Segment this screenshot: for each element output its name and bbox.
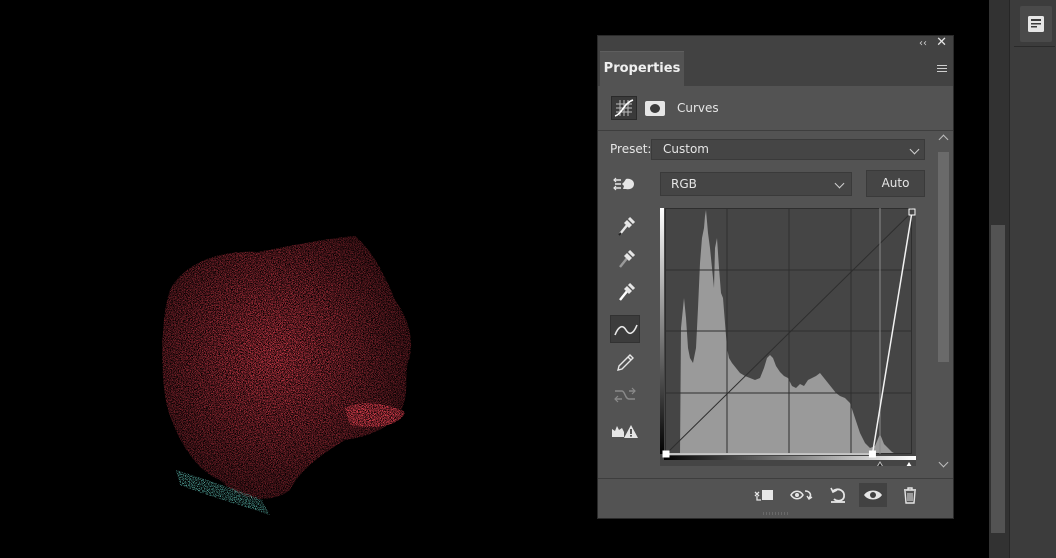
eyedropper-black-point[interactable] bbox=[610, 212, 640, 240]
on-image-adjustment-icon[interactable] bbox=[612, 173, 638, 195]
eyedropper-black-icon bbox=[618, 216, 636, 236]
document-edge bbox=[975, 0, 989, 558]
pencil-draw-icon bbox=[617, 354, 634, 371]
curve-point-tool[interactable] bbox=[610, 315, 640, 343]
layer-mask-icon[interactable] bbox=[645, 101, 665, 116]
trash-icon bbox=[904, 487, 916, 504]
adjustment-title: Curves bbox=[677, 101, 719, 115]
clipping-warning-icon bbox=[612, 425, 638, 438]
panel-scroll-thumb[interactable] bbox=[938, 152, 949, 362]
eyedropper-white-icon bbox=[619, 282, 636, 301]
chevron-down-icon bbox=[834, 178, 845, 189]
preset-dropdown[interactable]: Custom bbox=[651, 139, 925, 160]
input-gradient-bar bbox=[664, 456, 916, 460]
smooth-curve-tool[interactable] bbox=[610, 381, 640, 409]
clipping-warning-toggle[interactable] bbox=[610, 417, 640, 445]
view-previous-state-button[interactable] bbox=[788, 483, 816, 507]
canvas-scroll-thumb[interactable] bbox=[991, 225, 1005, 533]
curves-graph[interactable] bbox=[660, 208, 916, 466]
auto-button[interactable]: Auto bbox=[866, 170, 925, 197]
preset-value: Custom bbox=[663, 142, 709, 156]
eyedropper-white-point[interactable] bbox=[610, 278, 640, 306]
properties-panel: ‹‹ ✕ Properties Curves Preset: Custom RG… bbox=[597, 35, 954, 519]
reset-button[interactable] bbox=[824, 483, 852, 507]
pencil-draw-tool[interactable] bbox=[610, 348, 640, 376]
collapse-panel-icon[interactable]: ‹‹ bbox=[919, 36, 927, 51]
panel-bottom-toolbar bbox=[598, 478, 953, 511]
curve-control-point[interactable] bbox=[908, 208, 916, 216]
channel-dropdown[interactable]: RGB bbox=[660, 172, 852, 196]
view-previous-state-icon bbox=[790, 490, 813, 500]
eyedropper-gray-point[interactable] bbox=[610, 245, 640, 273]
curve-control-point[interactable] bbox=[868, 450, 876, 458]
tab-properties[interactable]: Properties bbox=[600, 51, 684, 87]
clip-to-layer-icon bbox=[754, 490, 773, 501]
curve-control-point[interactable] bbox=[662, 450, 670, 458]
chevron-down-icon bbox=[909, 144, 920, 155]
adjustment-header: Curves bbox=[598, 86, 953, 131]
panel-title-bar[interactable]: ‹‹ ✕ bbox=[598, 35, 953, 51]
properties-panel-dock-button[interactable] bbox=[1020, 6, 1052, 42]
close-panel-icon[interactable]: ✕ bbox=[936, 35, 947, 51]
output-gradient-bar bbox=[660, 208, 664, 454]
dock-separator bbox=[1014, 46, 1055, 47]
reset-icon bbox=[830, 487, 845, 503]
delete-adjustment-button[interactable] bbox=[896, 483, 924, 507]
channel-value: RGB bbox=[671, 177, 697, 191]
panel-menu-icon[interactable] bbox=[937, 65, 947, 73]
smooth-curve-icon bbox=[614, 387, 636, 403]
properties-icon bbox=[1028, 16, 1044, 32]
clip-to-layer-button[interactable] bbox=[750, 483, 778, 507]
collapsed-panel-dock bbox=[1009, 0, 1056, 558]
preset-label: Preset: bbox=[610, 142, 652, 156]
curves-adjustment-icon[interactable] bbox=[611, 96, 637, 120]
eye-icon bbox=[864, 490, 882, 500]
eyedropper-gray-icon bbox=[619, 249, 636, 268]
toggle-visibility-button[interactable] bbox=[859, 483, 887, 507]
curve-point-tool-icon bbox=[614, 324, 638, 336]
panel-resize-grip[interactable] bbox=[763, 512, 789, 515]
panel-tab-bar: Properties bbox=[598, 51, 953, 87]
